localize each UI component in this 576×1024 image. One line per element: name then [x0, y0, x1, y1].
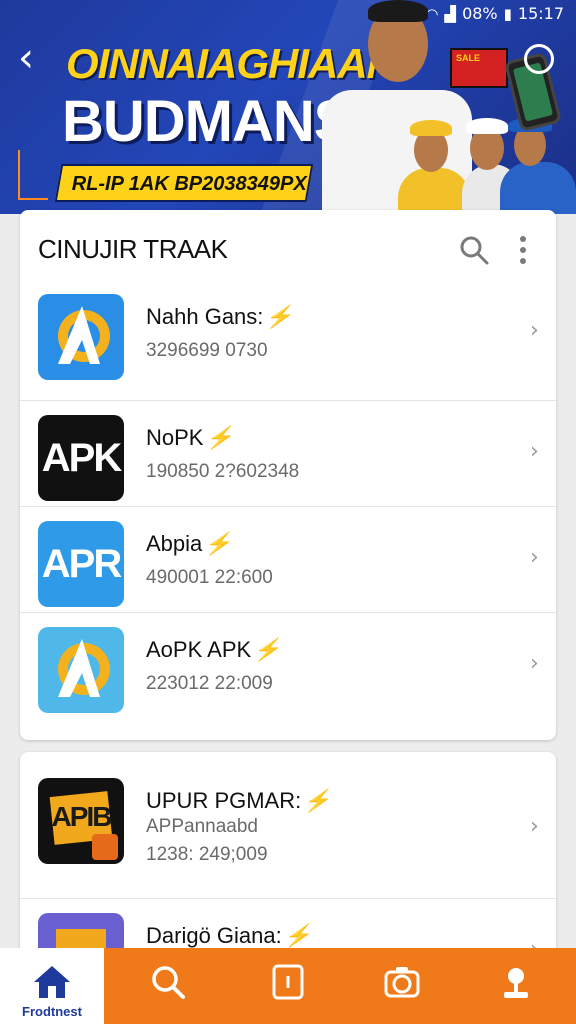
- apr-icon: APR: [38, 521, 124, 607]
- app-a-icon: [38, 627, 124, 713]
- flag-icon: ⚡: [253, 637, 281, 662]
- app-detail: 223012 22:009: [146, 673, 273, 694]
- ribbon-accent: [18, 150, 48, 200]
- app-list-card: CINUJIR TRAAK Nahh Gans:⚡ 3296699 0730 ›: [20, 210, 556, 740]
- battery-icon: ▮: [503, 4, 512, 23]
- promo-banner[interactable]: ✱ ◉ ◠ ▟ 08% ▮ 15:17 ‹ OINNAIAGHIAAN BUDM…: [0, 0, 576, 214]
- flag-icon: ⚡: [283, 923, 312, 948]
- banner-ribbon: RL-IP 1AK BP2038349PX: [54, 164, 314, 202]
- list-item[interactable]: APK NoPK⚡ 190850 2?602348 ›: [20, 400, 556, 506]
- apk-icon: APK: [38, 415, 124, 501]
- list-title: CINUJIR TRAAK: [38, 234, 228, 264]
- banner-flag: SALE: [450, 48, 508, 88]
- bottom-nav: Frodtnest: [0, 948, 576, 1024]
- search-icon[interactable]: [148, 962, 188, 1002]
- banner-title-line1: OINNAIAGHIAAN: [66, 40, 397, 87]
- app-detail: 490001 22:600: [146, 567, 273, 588]
- search-icon[interactable]: [458, 234, 490, 266]
- tablet-icon[interactable]: [268, 962, 308, 1002]
- signal-icon: ▟: [444, 4, 457, 23]
- app-a-icon: [38, 294, 124, 380]
- flag-icon: ⚡: [303, 788, 331, 813]
- back-button[interactable]: ‹: [18, 38, 52, 80]
- app-detail: 3296699 0730: [146, 340, 268, 361]
- app-name: AoPK APK⚡: [146, 637, 281, 662]
- app-name: UPUR PGMAR:⚡: [146, 788, 331, 813]
- app-detail-2: 1238: 249;009: [146, 844, 268, 865]
- nav-home-label: Frodtnest: [22, 1004, 82, 1019]
- clock: 15:17: [517, 4, 564, 23]
- list-item[interactable]: AoPK APK⚡ 223012 22:009 ›: [20, 612, 556, 718]
- app-detail: 190850 2?602348: [146, 461, 300, 482]
- app-name: Nahh Gans:⚡: [146, 304, 293, 329]
- list-header: CINUJIR TRAAK: [20, 210, 556, 286]
- ribbon-text: RL-IP 1AK BP2038349PX: [71, 173, 307, 195]
- apib-icon: APIB: [38, 778, 124, 864]
- chevron-right-icon: ›: [530, 439, 539, 464]
- app-name: Abpia⚡: [146, 531, 232, 556]
- battery-level: 08%: [462, 4, 498, 23]
- refresh-icon[interactable]: [524, 44, 554, 74]
- app-name: Darigö Giana:⚡: [146, 923, 312, 948]
- home-icon: [34, 966, 70, 998]
- flag-icon: ⚡: [204, 531, 232, 556]
- list-item[interactable]: APR Abpia⚡ 490001 22:600 ›: [20, 506, 556, 612]
- flag-icon: ⚡: [265, 304, 293, 329]
- chevron-right-icon: ›: [530, 545, 539, 570]
- chevron-right-icon: ›: [530, 814, 539, 839]
- app-list-card-2: APIB UPUR PGMAR:⚡ APPannaabd 1238: 249;0…: [20, 752, 556, 962]
- user-pin-icon[interactable]: [496, 962, 536, 1002]
- app-detail: APPannaabd: [146, 816, 258, 837]
- list-item[interactable]: Nahh Gans:⚡ 3296699 0730 ›: [20, 280, 556, 386]
- more-vertical-icon[interactable]: [516, 234, 530, 266]
- camera-icon[interactable]: [382, 962, 422, 1002]
- chevron-right-icon: ›: [530, 318, 539, 343]
- flag-icon: ⚡: [205, 425, 233, 450]
- chevron-right-icon: ›: [530, 651, 539, 676]
- nav-home[interactable]: Frodtnest: [0, 948, 104, 1024]
- app-name: NoPK⚡: [146, 425, 233, 450]
- list-item[interactable]: APIB UPUR PGMAR:⚡ APPannaabd 1238: 249;0…: [20, 764, 556, 894]
